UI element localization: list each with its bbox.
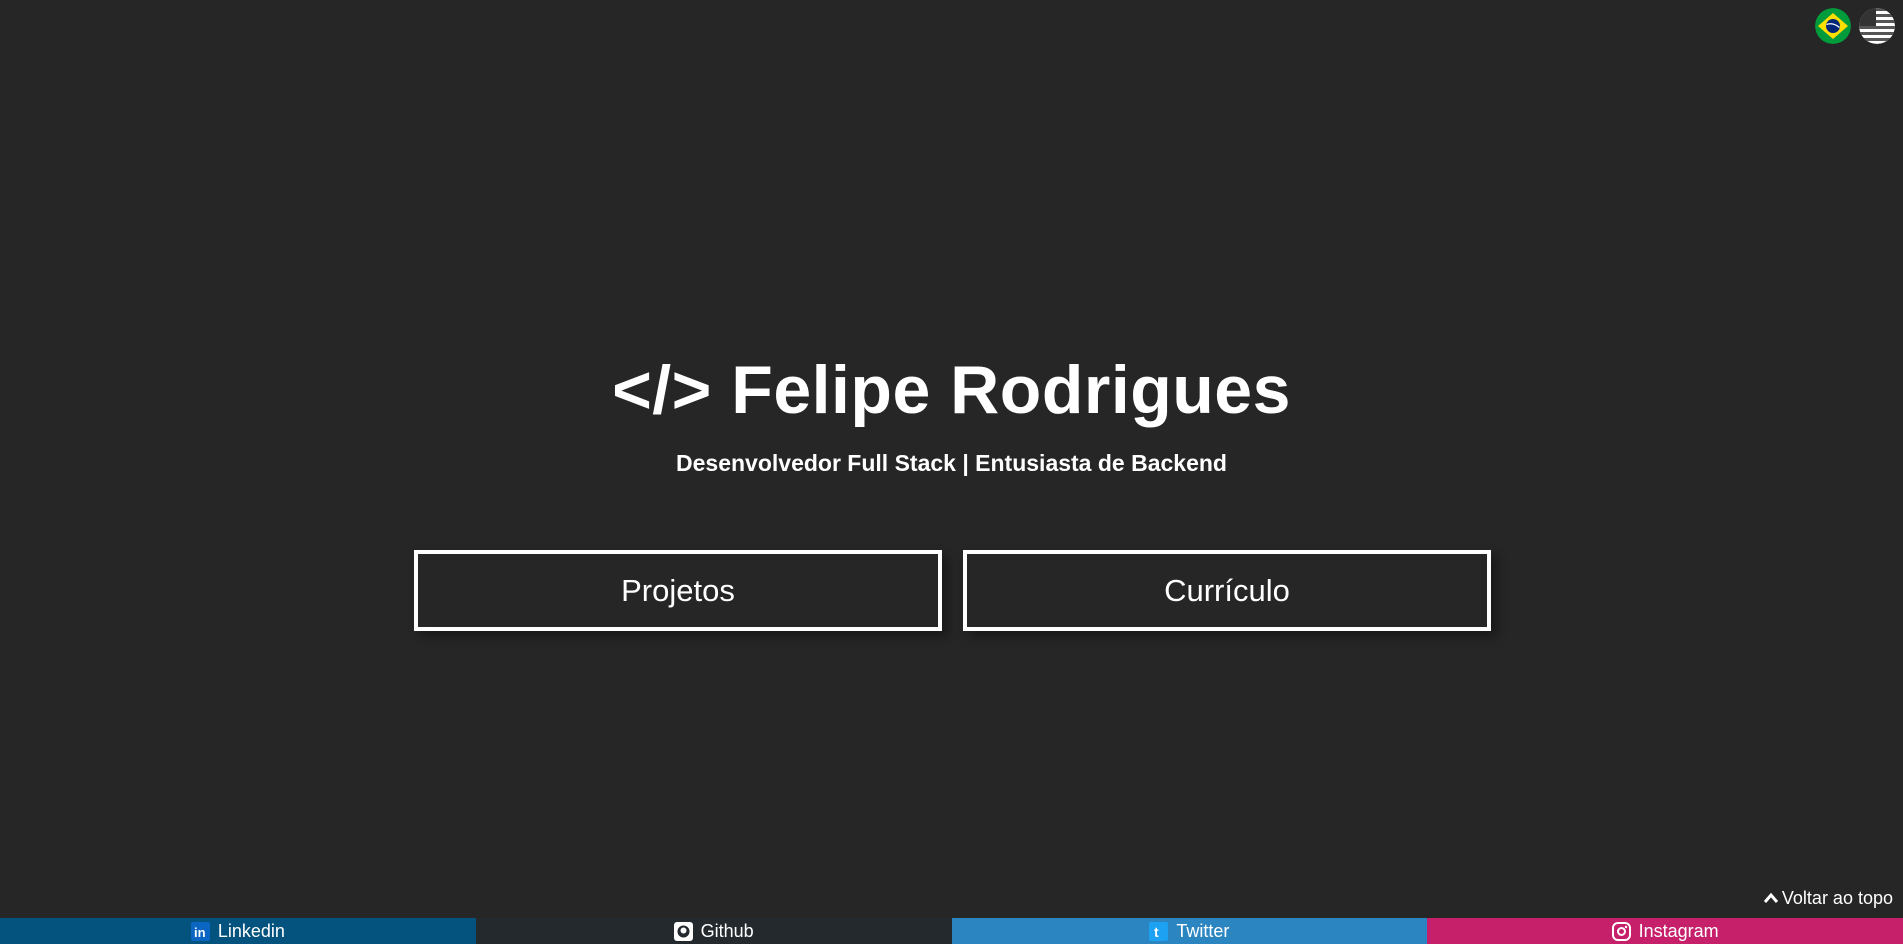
- back-to-top-label: Voltar ao topo: [1781, 888, 1893, 908]
- social-label: Linkedin: [217, 920, 285, 941]
- social-label: Github: [700, 920, 754, 941]
- hero: </> Felipe Rodrigues Desenvolvedor Full …: [0, 350, 1903, 478]
- resume-button[interactable]: Currículo: [963, 550, 1491, 631]
- svg-text:in: in: [194, 925, 206, 940]
- language-switcher: [1815, 8, 1895, 44]
- page-subtitle: Desenvolvedor Full Stack | Entusiasta de…: [676, 450, 1227, 476]
- social-label: Twitter: [1176, 920, 1230, 941]
- twitter-icon: t: [1149, 921, 1169, 941]
- chevron-up-icon: [1763, 888, 1779, 909]
- usa-flag-icon[interactable]: [1859, 8, 1895, 44]
- social-link-twitter[interactable]: t Twitter: [951, 918, 1428, 944]
- page: </> Felipe Rodrigues Desenvolvedor Full …: [0, 0, 1903, 944]
- social-label: Instagram: [1638, 920, 1719, 941]
- social-link-github[interactable]: Github: [475, 918, 952, 944]
- main-buttons: Projetos Currículo: [414, 550, 1491, 631]
- linkedin-icon: in: [190, 921, 210, 941]
- projects-button[interactable]: Projetos: [414, 550, 942, 631]
- back-to-top-link[interactable]: Voltar ao topo: [1763, 888, 1893, 909]
- brazil-flag-icon[interactable]: [1815, 8, 1851, 44]
- svg-text:t: t: [1154, 924, 1159, 940]
- instagram-icon: [1611, 921, 1631, 941]
- social-bar: in Linkedin Github t Twitter Instagram: [0, 918, 1903, 944]
- page-title: </> Felipe Rodrigues: [612, 352, 1291, 428]
- github-icon: [673, 921, 693, 941]
- social-link-linkedin[interactable]: in Linkedin: [0, 918, 476, 944]
- social-link-instagram[interactable]: Instagram: [1427, 918, 1903, 944]
